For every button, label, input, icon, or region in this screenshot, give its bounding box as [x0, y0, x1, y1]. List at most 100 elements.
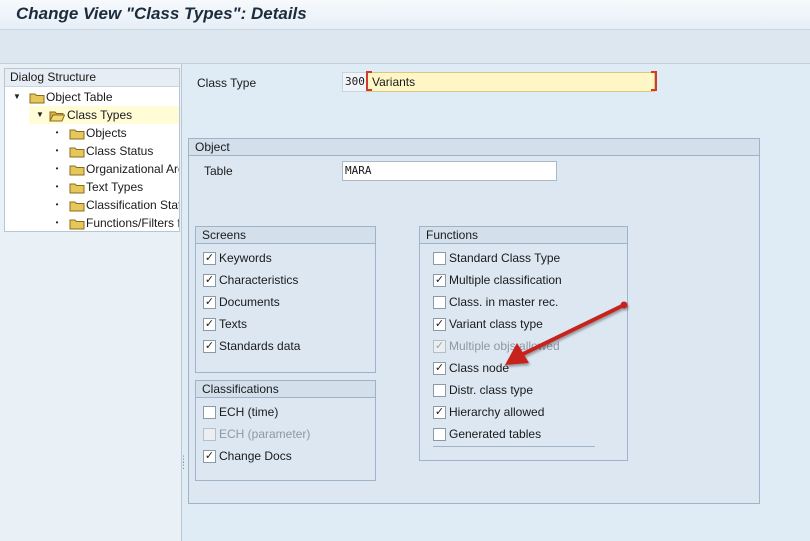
screens-group-title: Screens — [196, 227, 375, 244]
folder-icon — [29, 91, 45, 104]
tree-item-text-types[interactable]: • Text Types — [5, 178, 179, 196]
leaf-bullet-icon: • — [55, 164, 59, 173]
checkbox-box[interactable]: ✓ — [433, 362, 446, 375]
tree-item-object-table[interactable]: ▼ Object Table — [5, 88, 179, 106]
tree-item-label: Objects — [86, 126, 127, 140]
checkbox-label: Change Docs — [219, 449, 292, 463]
checkbox-label: Texts — [219, 317, 248, 331]
checkbox-label: Distr. class type — [449, 383, 534, 397]
distr-class-type-checkbox[interactable]: Distr. class type — [433, 382, 623, 400]
dialog-structure-tree: Dialog Structure ▼ Object Table ▼ Class … — [4, 68, 180, 232]
standard-class-type-checkbox[interactable]: Standard Class Type — [433, 250, 623, 268]
checkbox-box[interactable] — [433, 384, 446, 397]
folder-icon — [69, 163, 85, 176]
checkbox-box[interactable]: ✓ — [203, 450, 216, 463]
checkbox-label: Standards data — [219, 339, 301, 353]
checkbox-label: ECH (time) — [219, 405, 279, 419]
checkbox-label: Multiple objs allowed — [449, 339, 560, 353]
leaf-bullet-icon: • — [55, 128, 59, 137]
hierarchy-allowed-checkbox[interactable]: ✓ Hierarchy allowed — [433, 404, 623, 422]
checkbox-box[interactable]: ✓ — [203, 340, 216, 353]
checkbox-box — [203, 428, 216, 441]
checkbox-label: Multiple classification — [449, 273, 562, 287]
table-field[interactable]: MARA — [342, 161, 557, 181]
checkbox-box: ✓ — [433, 340, 446, 353]
multiple-classification-checkbox[interactable]: ✓ Multiple classification — [433, 272, 623, 290]
tree-item-label: Organizational Areas — [86, 162, 179, 176]
folder-icon — [69, 217, 85, 230]
generated-tables-checkbox[interactable]: Generated tables — [433, 426, 623, 444]
tree-item-label: Classification Status — [86, 198, 179, 212]
class-node-checkbox[interactable]: ✓ Class node — [433, 360, 623, 378]
multiple-objs-allowed-checkbox: ✓ Multiple objs allowed — [433, 338, 623, 356]
functions-group: Functions Standard Class Type ✓ Multiple … — [419, 226, 628, 461]
tree-item-label: Functions/Filters for Class Type — [86, 216, 179, 230]
checkbox-label: Class node — [449, 361, 510, 375]
standards-data-checkbox[interactable]: ✓ Standards data — [203, 338, 373, 356]
tree-item-class-status[interactable]: • Class Status — [5, 142, 179, 160]
checkbox-label: Generated tables — [449, 427, 542, 441]
classifications-group-title: Classifications — [196, 381, 375, 398]
leaf-bullet-icon: • — [55, 182, 59, 191]
checkbox-label: Class. in master rec. — [449, 295, 559, 309]
checkbox-box[interactable] — [433, 296, 446, 309]
checkbox-box[interactable]: ✓ — [433, 318, 446, 331]
tree-item-label: Class Status — [86, 144, 154, 158]
documents-checkbox[interactable]: ✓ Documents — [203, 294, 373, 312]
classifications-group: Classifications ECH (time) ECH (paramete… — [195, 380, 376, 481]
functions-group-title: Functions — [420, 227, 627, 244]
keywords-checkbox[interactable]: ✓ Keywords — [203, 250, 373, 268]
tree-item-functions-filters[interactable]: • Functions/Filters for Class Type — [5, 214, 179, 231]
checkbox-label: Hierarchy allowed — [449, 405, 545, 419]
checkbox-label: Characteristics — [219, 273, 299, 287]
texts-checkbox[interactable]: ✓ Texts — [203, 316, 373, 334]
folder-icon — [69, 127, 85, 140]
application-toolbar — [0, 30, 810, 64]
navigation-pane: Dialog Structure ▼ Object Table ▼ Class … — [0, 64, 188, 541]
checkbox-label: Keywords — [219, 251, 272, 265]
class-in-master-rec-checkbox[interactable]: Class. in master rec. — [433, 294, 623, 312]
class-type-name-field[interactable]: Variants — [367, 72, 655, 92]
ech-time-checkbox[interactable]: ECH (time) — [203, 404, 373, 422]
tree-item-class-types[interactable]: ▼ Class Types — [29, 106, 179, 124]
checkbox-box[interactable]: ✓ — [203, 274, 216, 287]
tree-item-label: Text Types — [86, 180, 144, 194]
title-bar: Change View "Class Types": Details — [0, 0, 810, 30]
checkbox-label: Documents — [219, 295, 280, 309]
folder-icon — [69, 181, 85, 194]
leaf-bullet-icon: • — [55, 218, 59, 227]
checkbox-box[interactable] — [433, 252, 446, 265]
object-group: Object Table MARA Screens ✓ Keywords ✓ Cha… — [188, 138, 760, 504]
checkbox-box[interactable]: ✓ — [203, 252, 216, 265]
splitter-handle[interactable]: ⋮ ⋮ — [179, 455, 188, 474]
window-title: Change View "Class Types": Details — [16, 4, 307, 23]
leaf-bullet-icon: • — [55, 200, 59, 209]
collapse-icon[interactable]: ▼ — [35, 106, 45, 124]
checkbox-box[interactable] — [433, 428, 446, 441]
leaf-bullet-icon: • — [55, 146, 59, 155]
folder-icon — [69, 145, 85, 158]
detail-area: Class Type 300 Variants Object Table MAR… — [183, 64, 810, 541]
checkbox-box[interactable]: ✓ — [203, 296, 216, 309]
change-docs-checkbox[interactable]: ✓ Change Docs — [203, 448, 373, 466]
tree-header: Dialog Structure — [5, 69, 179, 87]
focus-bracket-left — [366, 71, 372, 91]
checkbox-box[interactable]: ✓ — [203, 318, 216, 331]
class-type-number-field: 300 — [342, 72, 368, 92]
variant-class-type-checkbox[interactable]: ✓ Variant class type — [433, 316, 623, 334]
object-group-title: Object — [189, 139, 759, 156]
tree-item-objects[interactable]: • Objects — [5, 124, 179, 142]
generated-tables-underline — [433, 446, 595, 447]
checkbox-box[interactable] — [203, 406, 216, 419]
tree-item-label: Object Table — [46, 90, 113, 104]
ech-parameter-checkbox: ECH (parameter) — [203, 426, 373, 444]
checkbox-label: Variant class type — [449, 317, 543, 331]
class-type-label: Class Type — [197, 76, 257, 90]
tree-item-organizational-areas[interactable]: • Organizational Areas — [5, 160, 179, 178]
characteristics-checkbox[interactable]: ✓ Characteristics — [203, 272, 373, 290]
checkbox-box[interactable]: ✓ — [433, 274, 446, 287]
collapse-icon[interactable]: ▼ — [12, 88, 22, 106]
tree-item-classification-status[interactable]: • Classification Status — [5, 196, 179, 214]
checkbox-label: ECH (parameter) — [219, 427, 311, 441]
checkbox-box[interactable]: ✓ — [433, 406, 446, 419]
